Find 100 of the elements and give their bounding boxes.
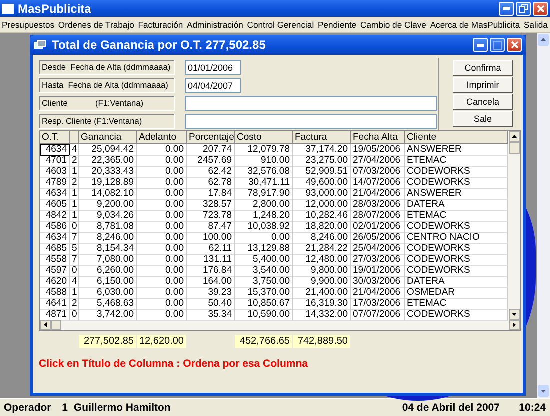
table-cell: 131.11 [187, 254, 235, 266]
scroll-down-icon[interactable] [508, 309, 520, 320]
table-cell: 13,129.88 [235, 243, 293, 255]
table-cell: 27/03/2006 [351, 254, 405, 266]
scroll-right-icon[interactable] [509, 320, 520, 330]
scroll-left-icon[interactable] [40, 320, 51, 330]
table-cell: 3,540.00 [235, 265, 293, 277]
table-cell: 910.00 [235, 155, 293, 167]
input-field[interactable] [185, 114, 437, 129]
scrollbar[interactable] [508, 131, 520, 320]
table-cell: 8,781.08 [79, 221, 137, 233]
input-field[interactable] [185, 96, 437, 111]
column-header[interactable]: Costo [235, 131, 293, 144]
table-cell: 0.00 [137, 199, 187, 211]
table-cell: 78,917.90 [235, 188, 293, 200]
table-cell: 4586 [40, 221, 70, 233]
menu-item[interactable]: Cambio de Clave [360, 20, 426, 30]
action-button[interactable]: Sale [453, 111, 513, 127]
menu-item[interactable]: Administración [187, 20, 244, 30]
column-header[interactable]: Fecha Alta [351, 131, 405, 144]
maximize-button[interactable] [490, 38, 505, 52]
status-label: Operador [4, 402, 52, 414]
minimize-icon [503, 7, 510, 10]
scrollbar[interactable] [40, 320, 520, 330]
menu-item[interactable]: Presupuestos [2, 20, 55, 30]
table-cell: 21/04/2006 [351, 287, 405, 299]
column-header[interactable]: Factura [293, 131, 351, 144]
close-button[interactable] [533, 2, 548, 16]
menu-item[interactable]: Pendiente [318, 20, 357, 30]
table-cell: 17.84 [187, 188, 235, 200]
table-cell: 207.74 [187, 144, 235, 156]
table-cell: 25/04/2006 [351, 243, 405, 255]
table-cell: 4685 [40, 243, 70, 255]
menu-item[interactable]: Ordenes de Trabajo [58, 20, 134, 30]
table-cell: 02/01/2006 [351, 221, 405, 233]
table-cell: 5 [70, 243, 79, 255]
action-button[interactable]: Confirma [453, 60, 513, 76]
minimize-button[interactable] [499, 2, 514, 16]
table-cell: 9,800.00 [293, 265, 351, 277]
table-cell: 87.47 [187, 221, 235, 233]
total-value: 277,502.85 [79, 335, 136, 348]
table-cell: 2 [70, 155, 79, 167]
scroll-thumb[interactable] [508, 142, 520, 154]
table-cell: 18,820.00 [293, 221, 351, 233]
table-cell: 15,370.00 [235, 287, 293, 299]
table-cell: 52,909.51 [293, 166, 351, 178]
input-field[interactable]: 01/01/2006 [185, 60, 241, 75]
column-header[interactable]: O.T. [40, 131, 70, 144]
table-cell: 49,600.00 [293, 177, 351, 189]
table-cell: 8,246.00 [293, 232, 351, 244]
minimize-button[interactable] [473, 38, 488, 52]
table-cell: 0.00 [137, 265, 187, 277]
table-cell: 12,000.00 [293, 199, 351, 211]
menu-item[interactable]: Facturación [138, 20, 184, 30]
window-title: MasPublicita [18, 2, 92, 16]
table-cell: 4 [70, 276, 79, 288]
table-cell: 4558 [40, 254, 70, 266]
menu-item[interactable]: Salida [524, 20, 548, 30]
table-cell: 9,200.00 [79, 199, 137, 211]
restore-icon [519, 4, 528, 13]
table-cell: 12,480.00 [293, 254, 351, 266]
table-cell: 62.11 [187, 243, 235, 255]
minimize-icon [477, 44, 484, 46]
table-cell: 723.78 [187, 210, 235, 222]
table-cell: 4789 [40, 177, 70, 189]
field-label: Desde Fecha de Alta (ddmmaaaa) [39, 60, 175, 75]
table-cell: 4634 [40, 232, 70, 244]
restore-button[interactable] [516, 2, 531, 16]
table-cell: 3,750.00 [235, 276, 293, 288]
table-cell: 93,000.00 [293, 188, 351, 200]
hint-text: Click en Título de Columna : Ordena por esa Columna [39, 358, 309, 370]
scroll-thumb[interactable] [51, 320, 61, 330]
table-cell: 0.00 [137, 210, 187, 222]
table-cell: 14,082.10 [79, 188, 137, 200]
column-header[interactable]: Porcentaje [187, 131, 235, 144]
field-label: Cliente (F1:Ventana) [39, 96, 175, 111]
table-cell: 10,850.67 [235, 298, 293, 310]
table-cell: 176.84 [187, 265, 235, 277]
close-button[interactable] [507, 38, 522, 52]
table-cell: 100.00 [187, 232, 235, 244]
input-field[interactable]: 04/04/2007 [185, 78, 241, 93]
scroll-up-icon[interactable] [508, 131, 520, 142]
column-header[interactable]: Ganancia [79, 131, 137, 144]
menu-item[interactable]: Control Gerencial [247, 20, 314, 30]
action-button[interactable]: Cancela [453, 94, 513, 110]
table-cell: 2457.69 [187, 155, 235, 167]
child-window-title: Total de Ganancia por O.T. 277,502.85 [52, 38, 267, 52]
column-header[interactable]: Adelanto [137, 131, 187, 144]
table-cell: 9,034.26 [79, 210, 137, 222]
operator-name: Guillermo Hamilton [74, 402, 172, 414]
menu-item[interactable]: Acerca de MasPublicita [430, 20, 520, 30]
table-cell: 1 [70, 210, 79, 222]
table-cell: 39.23 [187, 287, 235, 299]
table-cell: 10,282.46 [293, 210, 351, 222]
action-button[interactable]: Imprimir [453, 77, 513, 93]
table-cell: 2 [70, 177, 79, 189]
window-icon [34, 40, 46, 50]
table-cell: 0.00 [137, 166, 187, 178]
table-cell: 4588 [40, 287, 70, 299]
table-cell: 62.42 [187, 166, 235, 178]
